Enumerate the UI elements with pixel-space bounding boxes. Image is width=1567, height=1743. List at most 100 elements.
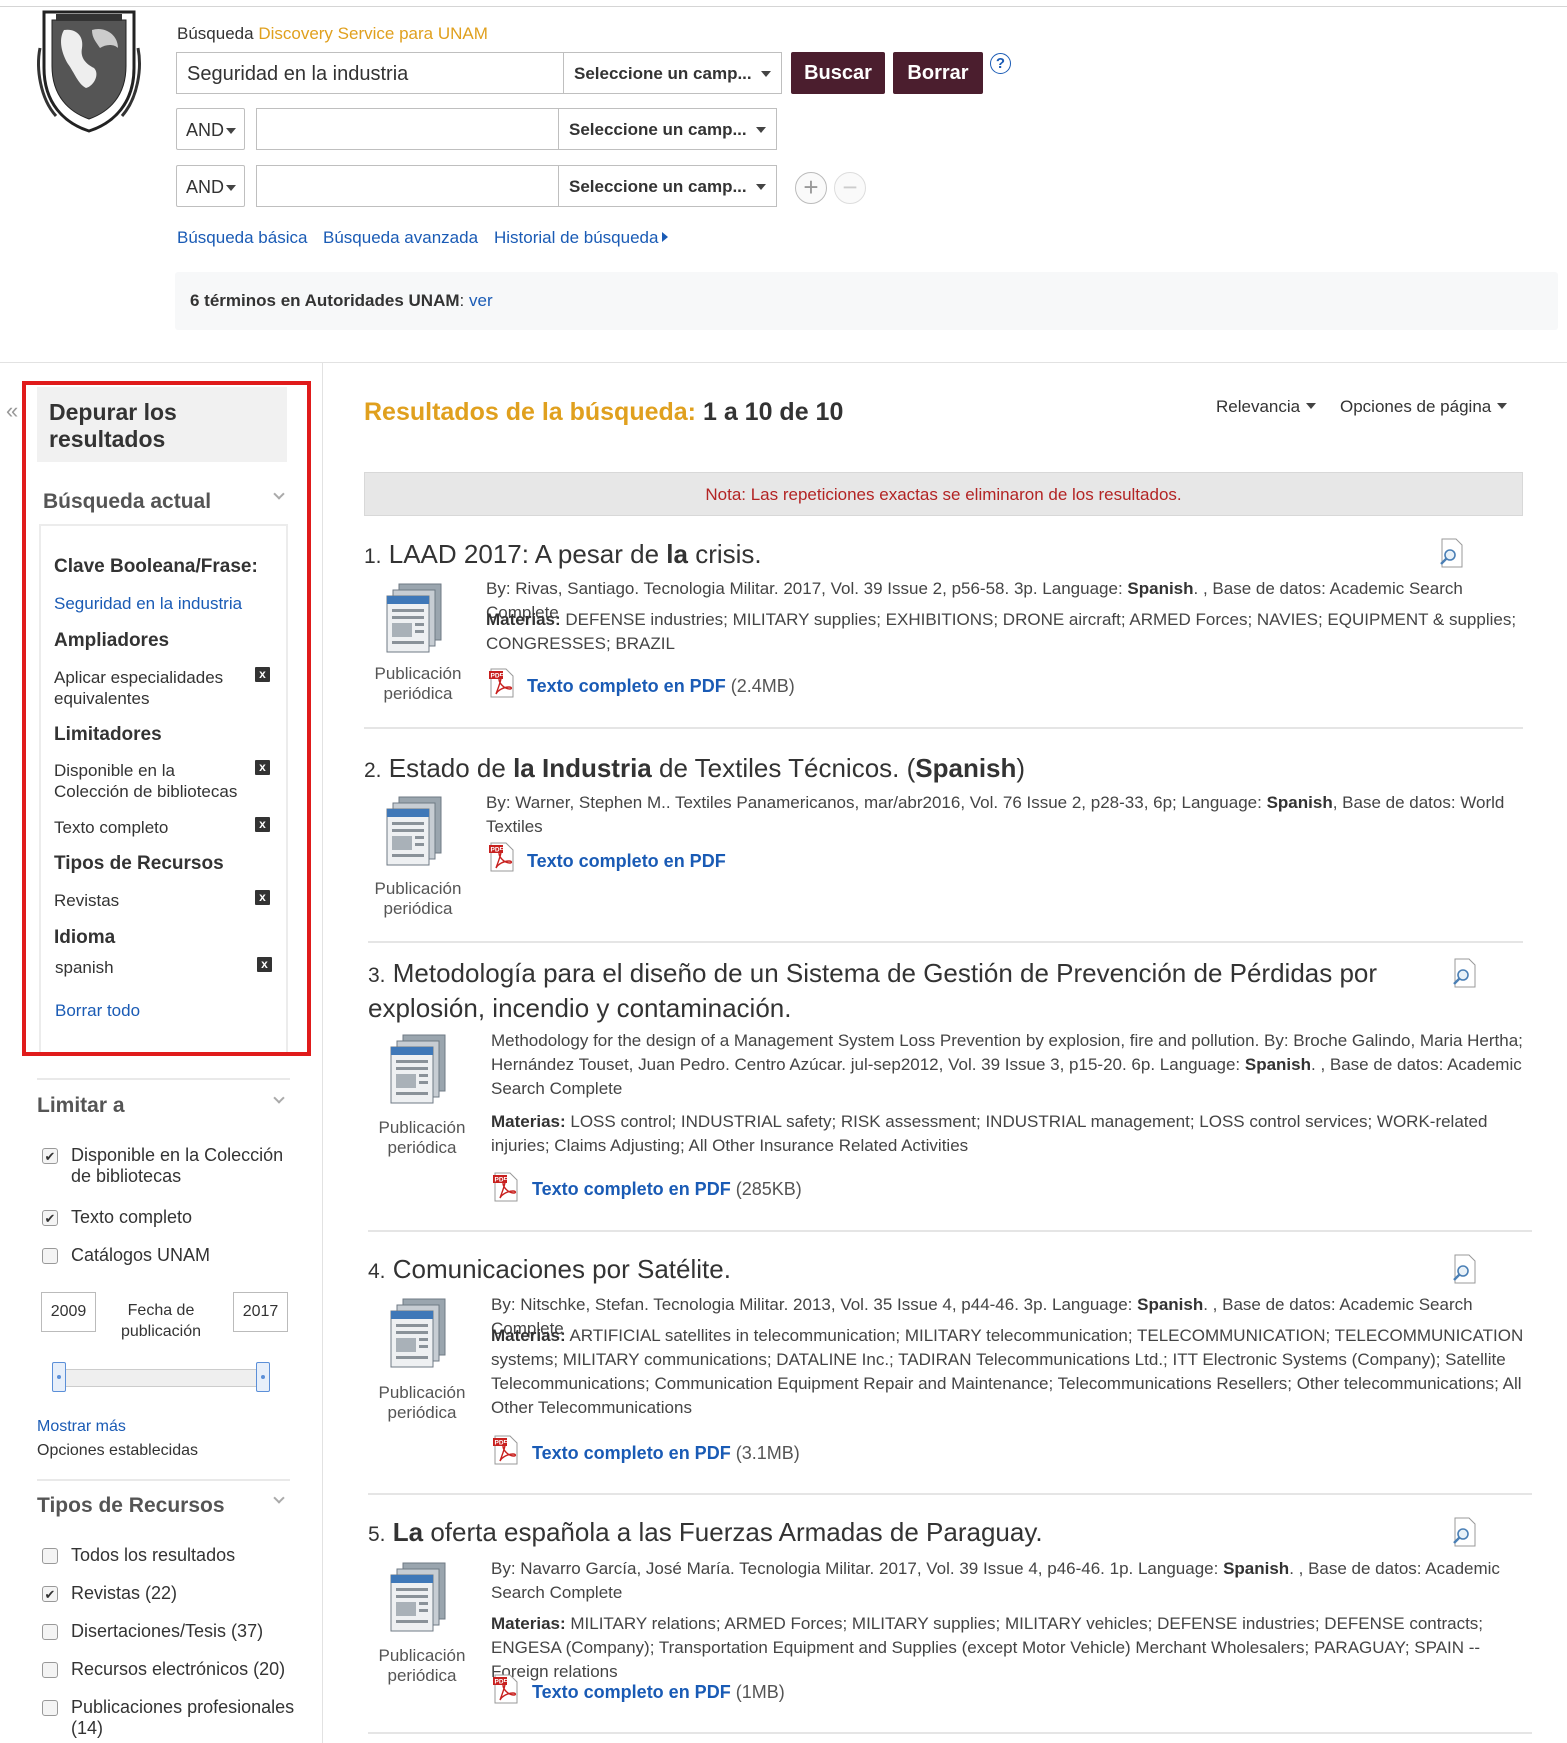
title-part: ) xyxy=(1016,753,1026,783)
title-part: LAAD 2017: A pesar de xyxy=(388,539,667,569)
result-number: 3. xyxy=(368,964,386,987)
field-select-2[interactable]: Seleccione un camp... xyxy=(558,108,777,150)
slider-handle-to[interactable] xyxy=(256,1362,270,1392)
results-heading: Resultados de la búsqueda: 1 a 10 de 10 xyxy=(364,398,843,427)
slider-handle-from[interactable] xyxy=(52,1362,66,1392)
meta-text: By: Nitschke, Stefan. Tecnologia Militar… xyxy=(491,1295,1138,1314)
search-input-value: Seguridad en la industria xyxy=(187,63,409,85)
preview-icon[interactable] xyxy=(1450,1517,1478,1547)
chevron-down-icon[interactable] xyxy=(273,1092,285,1104)
check-icon: ✔ xyxy=(44,1149,56,1164)
subjects-label: Materias: xyxy=(491,1326,566,1345)
bool-select-2[interactable]: AND xyxy=(176,108,245,150)
limit-option-label[interactable]: Disponible en la Colección de biblioteca… xyxy=(71,1145,296,1187)
bool-select-3[interactable]: AND xyxy=(176,165,245,207)
preview-icon[interactable] xyxy=(1437,538,1465,568)
result-title[interactable]: 4. Comunicaciones por Satélite. xyxy=(368,1253,731,1288)
search-button[interactable]: Buscar xyxy=(791,52,885,94)
pub-type-label: Publicación periódica xyxy=(374,664,462,703)
result-title[interactable]: 2. Estado de la Industria de Textiles Té… xyxy=(364,752,1025,787)
pdf-label: Texto completo en PDF xyxy=(532,1443,731,1463)
result-subjects: Materias: LOSS control; INDUSTRIAL safet… xyxy=(491,1110,1531,1158)
periodical-icon[interactable] xyxy=(389,1293,453,1371)
result-title[interactable]: 1. LAAD 2017: A pesar de la crisis. xyxy=(364,538,762,573)
set-options-text: Opciones establecidas xyxy=(37,1442,198,1459)
field-select-3[interactable]: Seleccione un camp... xyxy=(558,165,777,207)
pdf-full-text-link[interactable]: Texto completo en PDF (3.1MB) xyxy=(532,1443,800,1464)
preview-icon[interactable] xyxy=(1450,1254,1478,1284)
basic-search-link[interactable]: Búsqueda básica xyxy=(177,228,307,248)
search-input-2[interactable] xyxy=(256,108,559,150)
divider xyxy=(368,1493,1532,1495)
limit-option-label[interactable]: Catálogos UNAM xyxy=(71,1245,210,1266)
subjects-text: MILITARY relations; ARMED Forces; MILITA… xyxy=(491,1614,1484,1681)
result-subjects: Materias: DEFENSE industries; MILITARY s… xyxy=(486,608,1526,656)
source-option-label[interactable]: Publicaciones profesionales (14) xyxy=(71,1697,311,1739)
search-label: Búsqueda xyxy=(177,24,254,43)
divider xyxy=(368,1230,1532,1232)
collapse-sidebar-icon[interactable]: « xyxy=(6,398,18,424)
checkbox-all-results[interactable] xyxy=(42,1548,58,1564)
checkbox-unam-catalogs[interactable] xyxy=(42,1248,58,1264)
search-input-3[interactable] xyxy=(256,165,559,207)
result-title[interactable]: 3. Metodología para el diseño de un Sist… xyxy=(368,957,1388,1024)
checkbox-trade[interactable] xyxy=(42,1700,58,1716)
limit-option-label[interactable]: Texto completo xyxy=(71,1207,192,1228)
search-input[interactable]: Seguridad en la industria xyxy=(176,52,564,94)
limit-to-heading[interactable]: Limitar a xyxy=(37,1094,125,1118)
title-part: crisis. xyxy=(687,539,762,569)
periodical-icon[interactable] xyxy=(385,578,449,656)
pdf-icon[interactable] xyxy=(492,1674,518,1704)
pdf-size: (285KB) xyxy=(735,1179,802,1199)
results-count: 1 a 10 de 10 xyxy=(702,398,844,426)
search-service-label: Búsqueda Discovery Service para UNAM xyxy=(177,24,488,44)
source-option-label[interactable]: Recursos electrónicos (20) xyxy=(71,1659,285,1680)
date-from-input[interactable]: 2009 xyxy=(41,1292,96,1332)
search-history-link[interactable]: Historial de búsqueda xyxy=(494,228,669,248)
checkbox-library-collection[interactable]: ✔ xyxy=(42,1148,58,1164)
result-subjects: Materias: MILITARY relations; ARMED Forc… xyxy=(491,1612,1536,1684)
result-title[interactable]: 5. La oferta española a las Fuerzas Arma… xyxy=(368,1516,1043,1551)
source-option-label[interactable]: Todos los resultados xyxy=(71,1545,235,1566)
source-types-heading[interactable]: Tipos de Recursos xyxy=(37,1494,225,1518)
pdf-label: Texto completo en PDF xyxy=(527,851,726,871)
search-history-label: Historial de búsqueda xyxy=(494,228,659,247)
checkbox-dissertations[interactable] xyxy=(42,1624,58,1640)
title-part: la xyxy=(666,539,688,569)
checkbox-journals[interactable]: ✔ xyxy=(42,1586,58,1602)
authority-view-link[interactable]: ver xyxy=(469,291,493,310)
pdf-full-text-link[interactable]: Texto completo en PDF xyxy=(527,851,726,872)
preview-icon[interactable] xyxy=(1450,958,1478,988)
meta-text: By: Navarro García, José María. Tecnolog… xyxy=(491,1559,1224,1578)
checkbox-full-text[interactable]: ✔ xyxy=(42,1210,58,1226)
periodical-icon[interactable] xyxy=(385,791,449,869)
source-option-label[interactable]: Disertaciones/Tesis (37) xyxy=(71,1621,263,1642)
pdf-full-text-link[interactable]: Texto completo en PDF (1MB) xyxy=(532,1682,785,1703)
pdf-full-text-link[interactable]: Texto completo en PDF (285KB) xyxy=(532,1179,802,1200)
advanced-search-link[interactable]: Búsqueda avanzada xyxy=(323,228,478,248)
remove-row-icon[interactable]: − xyxy=(834,172,866,204)
help-icon[interactable]: ? xyxy=(990,53,1011,74)
sort-dropdown[interactable]: Relevancia xyxy=(1216,397,1317,417)
pdf-icon[interactable] xyxy=(492,1435,518,1465)
unam-logo-icon[interactable] xyxy=(34,8,144,133)
show-more-link[interactable]: Mostrar más xyxy=(37,1418,126,1436)
pdf-icon[interactable] xyxy=(488,842,514,872)
periodical-icon[interactable] xyxy=(389,1029,453,1107)
add-row-icon[interactable]: + xyxy=(795,172,827,204)
periodical-icon[interactable] xyxy=(389,1557,453,1635)
date-to-input[interactable]: 2017 xyxy=(233,1292,288,1332)
clear-button[interactable]: Borrar xyxy=(893,52,983,94)
date-slider[interactable] xyxy=(58,1369,262,1387)
meta-language: Spanish xyxy=(1127,579,1194,598)
pdf-icon[interactable] xyxy=(488,668,514,698)
field-select-1[interactable]: Seleccione un camp... xyxy=(563,52,782,94)
pdf-icon[interactable] xyxy=(492,1172,518,1202)
title-part: Comunicaciones por Satélite. xyxy=(392,1254,731,1284)
page-options-dropdown[interactable]: Opciones de página xyxy=(1340,397,1508,417)
source-option-label[interactable]: Revistas (22) xyxy=(71,1583,177,1604)
meta-text: By: Rivas, Santiago. Tecnologia Militar.… xyxy=(486,579,1128,598)
pdf-full-text-link[interactable]: Texto completo en PDF (2.4MB) xyxy=(527,676,795,697)
checkbox-electronic[interactable] xyxy=(42,1662,58,1678)
chevron-down-icon[interactable] xyxy=(273,1492,285,1504)
